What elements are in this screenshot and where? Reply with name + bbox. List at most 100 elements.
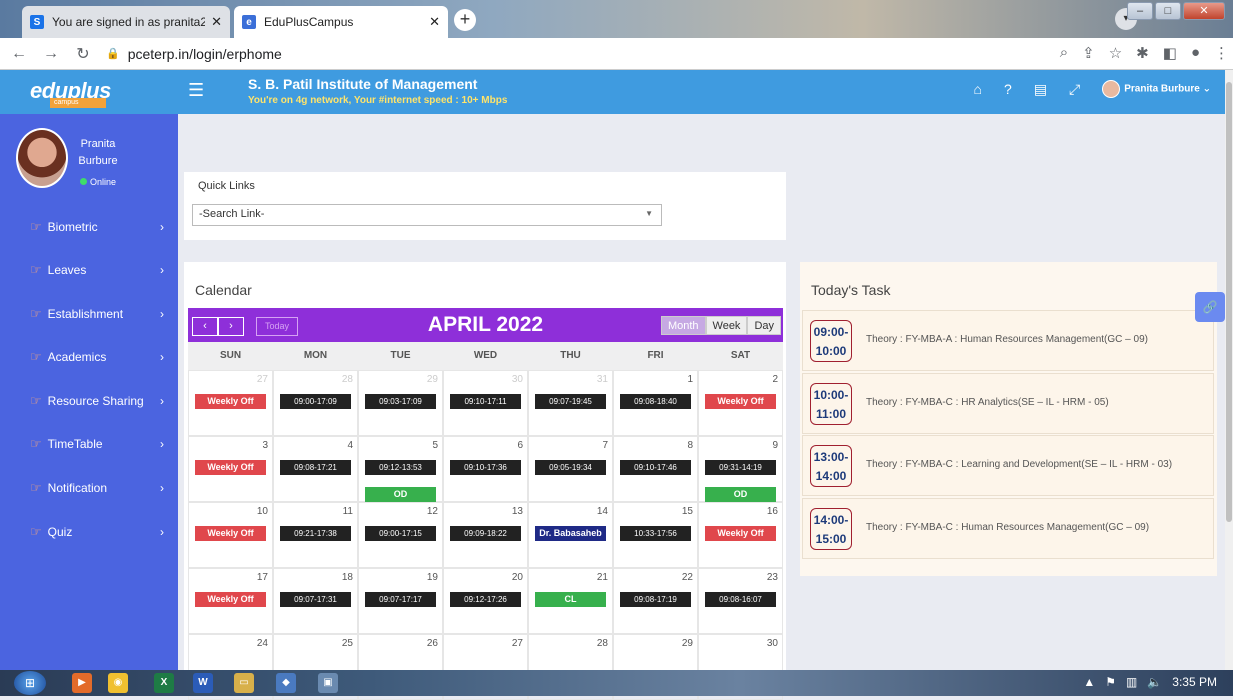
next-month-button[interactable]: › — [218, 317, 244, 336]
calendar-day-cell[interactable]: 3 Weekly Off — [188, 436, 273, 502]
new-tab-button[interactable]: + — [454, 9, 476, 31]
calendar-day-cell[interactable]: 2 Weekly Off — [698, 370, 783, 436]
view-day-button[interactable]: Day — [747, 316, 781, 335]
calendar-event[interactable]: 09:21-17:38 — [280, 526, 351, 541]
floating-link-icon[interactable]: 🔗 — [1195, 292, 1225, 322]
calendar-day-cell[interactable]: 15 10:33-17:56 — [613, 502, 698, 568]
calendar-day-cell[interactable]: 19 09:07-17:17 — [358, 568, 443, 634]
task-item[interactable]: 14:00- 15:00 Theory : FY-MBA-C : Human Re… — [802, 498, 1214, 559]
close-tab-icon[interactable]: ✕ — [211, 14, 222, 30]
view-week-button[interactable]: Week — [705, 316, 748, 335]
volume-icon[interactable]: 🔈 — [1147, 675, 1162, 689]
calendar-day-cell[interactable]: 28 09:00-17:09 — [273, 370, 358, 436]
calendar-event[interactable]: 09:07-17:31 — [280, 592, 351, 607]
back-icon[interactable]: ← — [6, 45, 32, 63]
close-tab-icon[interactable]: ✕ — [429, 14, 440, 30]
calendar-event[interactable]: 09:12-13:53 — [365, 460, 436, 475]
calendar-event[interactable]: Weekly Off — [195, 526, 266, 541]
network-icon[interactable]: ▥ — [1126, 675, 1137, 689]
media-player-icon[interactable]: ▶ — [72, 673, 92, 693]
calendar-event[interactable]: Weekly Off — [195, 592, 266, 607]
sidepanel-icon[interactable]: ◧ — [1163, 44, 1177, 62]
calendar-event[interactable]: 09:08-17:19 — [620, 592, 691, 607]
calendar-event-od[interactable]: OD — [365, 487, 436, 502]
sidebar-item-leaves[interactable]: ☞ Leaves › — [0, 260, 178, 280]
task-item[interactable]: 10:00- 11:00 Theory : FY-MBA-C : HR Analy… — [802, 373, 1214, 434]
calendar-day-cell[interactable]: 13 09:09-18:22 — [443, 502, 528, 568]
calendar-day-cell[interactable]: 30 09:10-17:11 — [443, 370, 528, 436]
calendar-day-cell[interactable]: 17 Weekly Off — [188, 568, 273, 634]
calendar-event[interactable]: CL — [535, 592, 606, 607]
calendar-day-cell[interactable]: 31 09:07-19:45 — [528, 370, 613, 436]
prev-month-button[interactable]: ‹ — [192, 317, 218, 336]
calendar-day-cell[interactable]: 12 09:00-17:15 — [358, 502, 443, 568]
calendar-event[interactable]: 09:09-18:22 — [450, 526, 521, 541]
chrome-icon[interactable]: ◉ — [108, 673, 128, 693]
calendar-event[interactable]: 10:33-17:56 — [620, 526, 691, 541]
calendar-event[interactable]: 09:10-17:46 — [620, 460, 691, 475]
zoom-icon[interactable]: ⌕ — [1060, 44, 1068, 62]
calendar-event[interactable]: 09:12-17:26 — [450, 592, 521, 607]
tray-arrow-icon[interactable]: ▲ — [1083, 675, 1095, 689]
sidebar-item-biometric[interactable]: ☞ Biometric › — [0, 217, 178, 237]
view-month-button[interactable]: Month — [660, 316, 706, 335]
calendar-event[interactable]: 09:07-17:17 — [365, 592, 436, 607]
calendar-day-cell[interactable]: 9 09:31-14:19 OD — [698, 436, 783, 502]
calendar-event[interactable]: Weekly Off — [705, 526, 776, 541]
help-icon[interactable]: ? — [1004, 81, 1012, 97]
sidebar-item-timetable[interactable]: ☞ TimeTable › — [0, 434, 178, 454]
word-icon[interactable]: W — [193, 673, 213, 693]
sidebar-item-academics[interactable]: ☞ Academics › — [0, 347, 178, 367]
calendar-day-cell[interactable]: 18 09:07-17:31 — [273, 568, 358, 634]
scrollbar-thumb[interactable] — [1226, 82, 1232, 522]
url-field[interactable]: 🔒 pceterp.in/login/erphome — [106, 46, 282, 62]
calendar-event[interactable]: 09:03-17:09 — [365, 394, 436, 409]
calendar-day-cell[interactable]: 21 CL — [528, 568, 613, 634]
calendar-event[interactable]: 09:08-18:40 — [620, 394, 691, 409]
calendar-event[interactable]: 09:31-14:19 — [705, 460, 776, 475]
sidebar-item-quiz[interactable]: ☞ Quiz › — [0, 522, 178, 542]
calendar-event[interactable]: 09:00-17:09 — [280, 394, 351, 409]
flag-icon[interactable]: ⚑ — [1105, 675, 1116, 689]
fullscreen-icon[interactable]: ⤢ — [1069, 81, 1080, 98]
search-link-select[interactable]: -Search Link- ▼ — [192, 204, 662, 226]
calendar-day-cell[interactable]: 10 Weekly Off — [188, 502, 273, 568]
window-icon[interactable]: ▣ — [318, 673, 338, 693]
minimize-button[interactable]: – — [1127, 2, 1153, 20]
clock[interactable]: 3:35 PM — [1172, 675, 1217, 689]
extensions-icon[interactable]: ✱ — [1136, 44, 1149, 62]
today-button[interactable]: Today — [256, 317, 298, 336]
calendar-day-cell[interactable]: 14 Dr. Babasaheb — [528, 502, 613, 568]
bookmark-star-icon[interactable]: ☆ — [1109, 44, 1122, 62]
calendar-event[interactable]: 09:08-16:07 — [705, 592, 776, 607]
reload-icon[interactable]: ↻ — [70, 44, 96, 64]
profile-icon[interactable]: ● — [1191, 44, 1200, 62]
calendar-day-cell[interactable]: 16 Weekly Off — [698, 502, 783, 568]
calendar-day-cell[interactable]: 1 09:08-18:40 — [613, 370, 698, 436]
share-icon[interactable]: ⇪ — [1082, 44, 1095, 62]
calendar-day-cell[interactable]: 8 09:10-17:46 — [613, 436, 698, 502]
home-icon[interactable]: ⌂ — [974, 81, 982, 97]
forward-icon[interactable]: → — [38, 45, 64, 63]
task-item[interactable]: 13:00- 14:00 Theory : FY-MBA-C : Learning… — [802, 435, 1214, 496]
calendar-event[interactable]: Weekly Off — [195, 460, 266, 475]
browser-tab-eduplus[interactable]: e EduPlusCampus ✕ — [234, 6, 448, 38]
calendar-event[interactable]: 09:05-19:34 — [535, 460, 606, 475]
browser-tab-signed-in[interactable]: S You are signed in as pranita2206 ✕ — [22, 6, 230, 38]
calendar-day-cell[interactable]: 6 09:10-17:36 — [443, 436, 528, 502]
sidebar-item-notification[interactable]: ☞ Notification › — [0, 478, 178, 498]
calendar-event[interactable]: Weekly Off — [195, 394, 266, 409]
task-item[interactable]: 09:00- 10:00 Theory : FY-MBA-A : Human Re… — [802, 310, 1214, 371]
sidebar-item-establishment[interactable]: ☞ Establishment › — [0, 304, 178, 324]
calendar-day-cell[interactable]: 5 09:12-13:53 OD — [358, 436, 443, 502]
calendar-day-cell[interactable]: 22 09:08-17:19 — [613, 568, 698, 634]
hamburger-menu-icon[interactable]: ☰ — [188, 80, 204, 101]
calendar-event[interactable]: 09:08-17:21 — [280, 460, 351, 475]
folder-icon[interactable]: ▭ — [234, 673, 254, 693]
calendar-day-cell[interactable]: 4 09:08-17:21 — [273, 436, 358, 502]
maximize-button[interactable]: □ — [1155, 2, 1181, 20]
calendar-event-od[interactable]: OD — [705, 487, 776, 502]
app-icon[interactable]: ◆ — [276, 673, 296, 693]
calendar-day-cell[interactable]: 20 09:12-17:26 — [443, 568, 528, 634]
start-button[interactable]: ⊞ — [14, 671, 46, 695]
